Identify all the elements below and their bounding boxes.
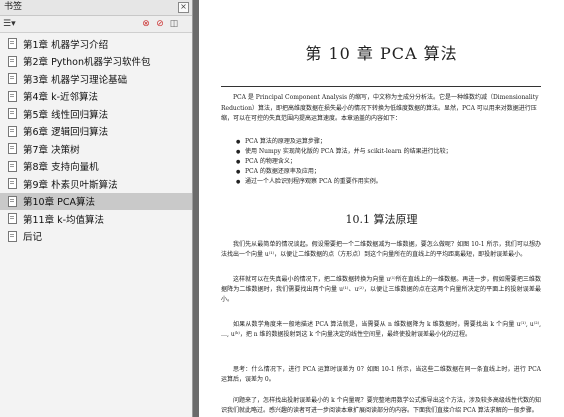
bookmarks-panel: 书签 × ☰▾ ⊗ ⊘ ◫ 第1章 机器学习介绍第2章 Python机器学习软件…	[0, 0, 193, 417]
title-divider	[221, 86, 541, 87]
bookmark-page-icon	[8, 195, 17, 207]
close-panel-button[interactable]: ×	[178, 2, 189, 13]
paragraph-2: 这样就可以在失真最小的情况下，把二维数据转换为向量 u⁽¹⁾所在直线上的一维数据…	[221, 276, 541, 304]
document-page: 第 10 章 PCA 算法 PCA 是 Principal Component …	[199, 0, 564, 417]
pdf-reader-window: 书签 × ☰▾ ⊗ ⊘ ◫ 第1章 机器学习介绍第2章 Python机器学习软件…	[0, 0, 564, 417]
chapter-bullet-list: PCA 算法的原理及运算步骤；使用 Numpy 实现简化版的 PCA 算法，并与…	[236, 137, 539, 187]
bookmark-item[interactable]: 第11章 k-均值算法	[0, 210, 192, 228]
bookmark-label: 第5章 线性回归算法	[23, 109, 109, 121]
bookmark-label: 第8章 支持向量机	[23, 162, 99, 174]
bookmark-page-icon	[8, 160, 17, 172]
bookmark-label: 第11章 k-均值算法	[23, 214, 105, 226]
bullet-item: PCA 算法的原理及运算步骤；	[236, 137, 539, 147]
bullet-item: PCA 的物理含义；	[236, 157, 539, 167]
paragraph-3: 如果从数学角度来一般地描述 PCA 算法就是，当需要从 n 维数据降为 k 维数…	[221, 321, 541, 339]
bookmark-item[interactable]: 第10章 PCA算法	[0, 192, 192, 210]
bookmark-item[interactable]: 第1章 机器学习介绍	[0, 35, 192, 53]
bookmark-page-icon	[8, 73, 17, 85]
bookmark-item[interactable]: 第3章 机器学习理论基础	[0, 70, 192, 88]
bullet-item: PCA 的数据还原率及应用；	[236, 167, 539, 177]
options-menu-icon[interactable]: ☰▾	[3, 19, 16, 29]
bookmark-page-icon	[8, 213, 17, 225]
bookmark-page-icon	[8, 125, 17, 137]
chapter-title: 第 10 章 PCA 算法	[305, 44, 458, 63]
bookmark-label: 后记	[23, 232, 43, 244]
expand-bookmark-icon[interactable]: ◫	[169, 19, 179, 29]
paragraph-5: 问题来了，怎样找出投射误差最小的 k 个向量呢？要完整地用数学公式推导出这个方法…	[221, 397, 541, 415]
bookmark-item[interactable]: 第8章 支持向量机	[0, 158, 192, 176]
bookmark-list: 第1章 机器学习介绍第2章 Python机器学习软件包 第3章 机器学习理论基础第…	[0, 35, 192, 245]
bullet-item: 通过一个人脸识别程序观察 PCA 的重要作用实例。	[236, 177, 539, 187]
paragraph-4: 思考：什么情况下，进行 PCA 运算时误差为 0？如图 10-1 所示，当这些二…	[221, 366, 541, 384]
bookmark-page-icon	[8, 38, 17, 50]
bookmark-item[interactable]: 第6章 逻辑回归算法	[0, 123, 192, 141]
section-title: 10.1 算法原理	[345, 213, 418, 226]
bookmark-item[interactable]: 第4章 k-近邻算法	[0, 88, 192, 106]
bookmark-label: 第1章 机器学习介绍	[23, 39, 109, 51]
bookmark-label: 第2章 Python机器学习软件包	[23, 57, 151, 69]
bookmark-label: 第10章 PCA算法	[23, 197, 95, 209]
bookmark-item[interactable]: 第7章 决策树	[0, 140, 192, 158]
bookmark-item[interactable]: 第9章 朴素贝叶斯算法	[0, 175, 192, 193]
remove-icon[interactable]: ⊘	[155, 19, 165, 29]
bookmark-label: 第3章 机器学习理论基础	[23, 74, 128, 86]
bookmark-label: 第9章 朴素贝叶斯算法	[23, 179, 118, 191]
bookmark-label: 第7章 决策树	[23, 144, 80, 156]
bookmark-label: 第4章 k-近邻算法	[23, 92, 98, 104]
bookmark-page-icon	[8, 108, 17, 120]
bookmark-page-icon	[8, 55, 17, 67]
paragraph-1: 我们先从最简单的情况谈起。假设需要把一个二维数据减为一维数据，要怎么做呢？如图 …	[221, 241, 541, 259]
bookmarks-panel-title: 书签 ×	[0, 0, 192, 16]
bookmark-item[interactable]: 第5章 线性回归算法	[0, 105, 192, 123]
bookmark-item[interactable]: 后记	[0, 228, 192, 246]
bookmark-page-icon	[8, 143, 17, 155]
delete-bookmark-icon[interactable]: ⊗	[141, 19, 151, 29]
bookmark-page-icon	[8, 90, 17, 102]
bookmark-item[interactable]: 第2章 Python机器学习软件包	[0, 53, 192, 71]
bookmark-label: 第6章 逻辑回归算法	[23, 127, 109, 139]
bookmarks-toolbar: ☰▾ ⊗ ⊘ ◫	[0, 16, 192, 33]
bullet-item: 使用 Numpy 实现简化版的 PCA 算法，并与 scikit-learn 的…	[236, 147, 539, 157]
bookmark-page-icon	[8, 230, 17, 242]
chapter-intro: PCA 是 Principal Component Analysis 的缩写，中…	[221, 94, 539, 122]
bookmarks-title-label: 书签	[4, 2, 23, 12]
bookmark-page-icon	[8, 178, 17, 190]
